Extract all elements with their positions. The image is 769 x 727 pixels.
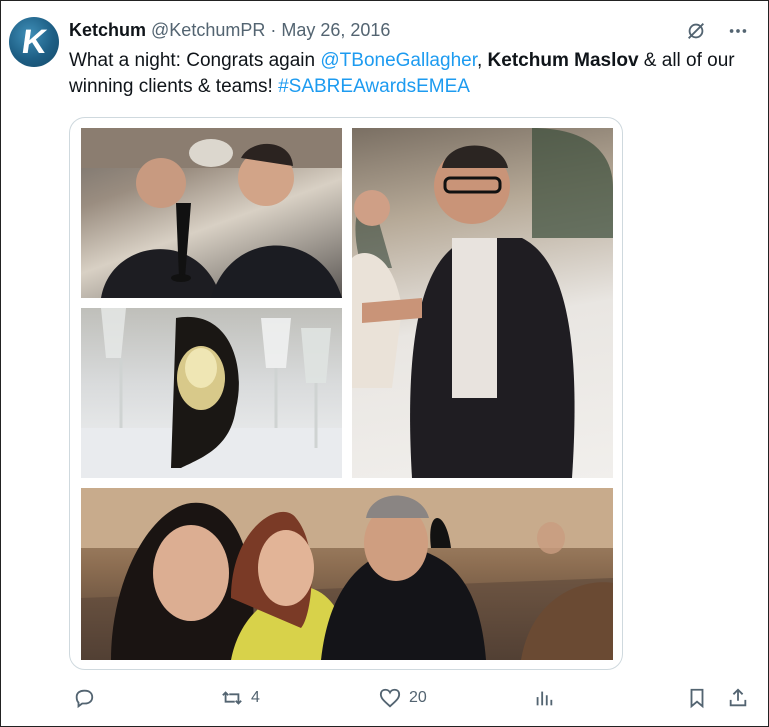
retweet-button[interactable]: 4 xyxy=(221,687,260,709)
share-button[interactable] xyxy=(727,687,749,709)
share-icon xyxy=(729,688,747,707)
award-photo-two-men[interactable] xyxy=(81,128,342,298)
more-icon[interactable] xyxy=(726,19,750,43)
grok-icon[interactable] xyxy=(684,19,708,43)
hashtag-link[interactable]: #SABREAwardsEMEA xyxy=(278,76,470,97)
author-handle[interactable]: @KetchumPR xyxy=(151,20,265,40)
top-icons xyxy=(684,19,750,43)
tweet-header: Ketchum @KetchumPR · May 26, 2016 xyxy=(69,20,390,41)
tweet-card: K Ketchum @KetchumPR · May 26, 2016 What… xyxy=(0,0,769,727)
avatar[interactable]: K xyxy=(9,17,59,67)
award-photo-man-pointing[interactable] xyxy=(352,128,613,478)
award-photo-group-selfie[interactable] xyxy=(81,488,613,660)
retweet-count: 4 xyxy=(251,689,260,706)
bold-mention: Ketchum Maslov xyxy=(487,50,639,71)
mention-link[interactable]: @TBoneGallagher xyxy=(320,50,477,71)
bookmark-button[interactable] xyxy=(686,687,708,709)
meta-separator: · xyxy=(265,20,282,40)
tweet-text: What a night: Congrats again @TBoneGalla… xyxy=(69,48,749,100)
views-icon xyxy=(536,691,553,706)
reply-button[interactable] xyxy=(73,687,103,709)
reply-icon xyxy=(75,689,94,709)
retweet-icon xyxy=(222,691,242,705)
like-count: 20 xyxy=(409,689,427,706)
author-name[interactable]: Ketchum xyxy=(69,20,146,40)
text-segment: What a night: Congrats again xyxy=(69,50,321,71)
avatar-letter: K xyxy=(19,22,49,61)
like-button[interactable]: 20 xyxy=(379,687,427,709)
award-photo-trophy-glasses[interactable] xyxy=(81,308,342,478)
media-grid[interactable] xyxy=(69,117,623,670)
text-segment: , xyxy=(476,50,488,71)
bookmark-icon xyxy=(690,688,704,709)
tweet-date[interactable]: May 26, 2016 xyxy=(281,20,390,40)
like-icon xyxy=(379,688,401,708)
views-button[interactable] xyxy=(533,687,563,709)
tweet-actions: 4 20 xyxy=(69,687,759,713)
